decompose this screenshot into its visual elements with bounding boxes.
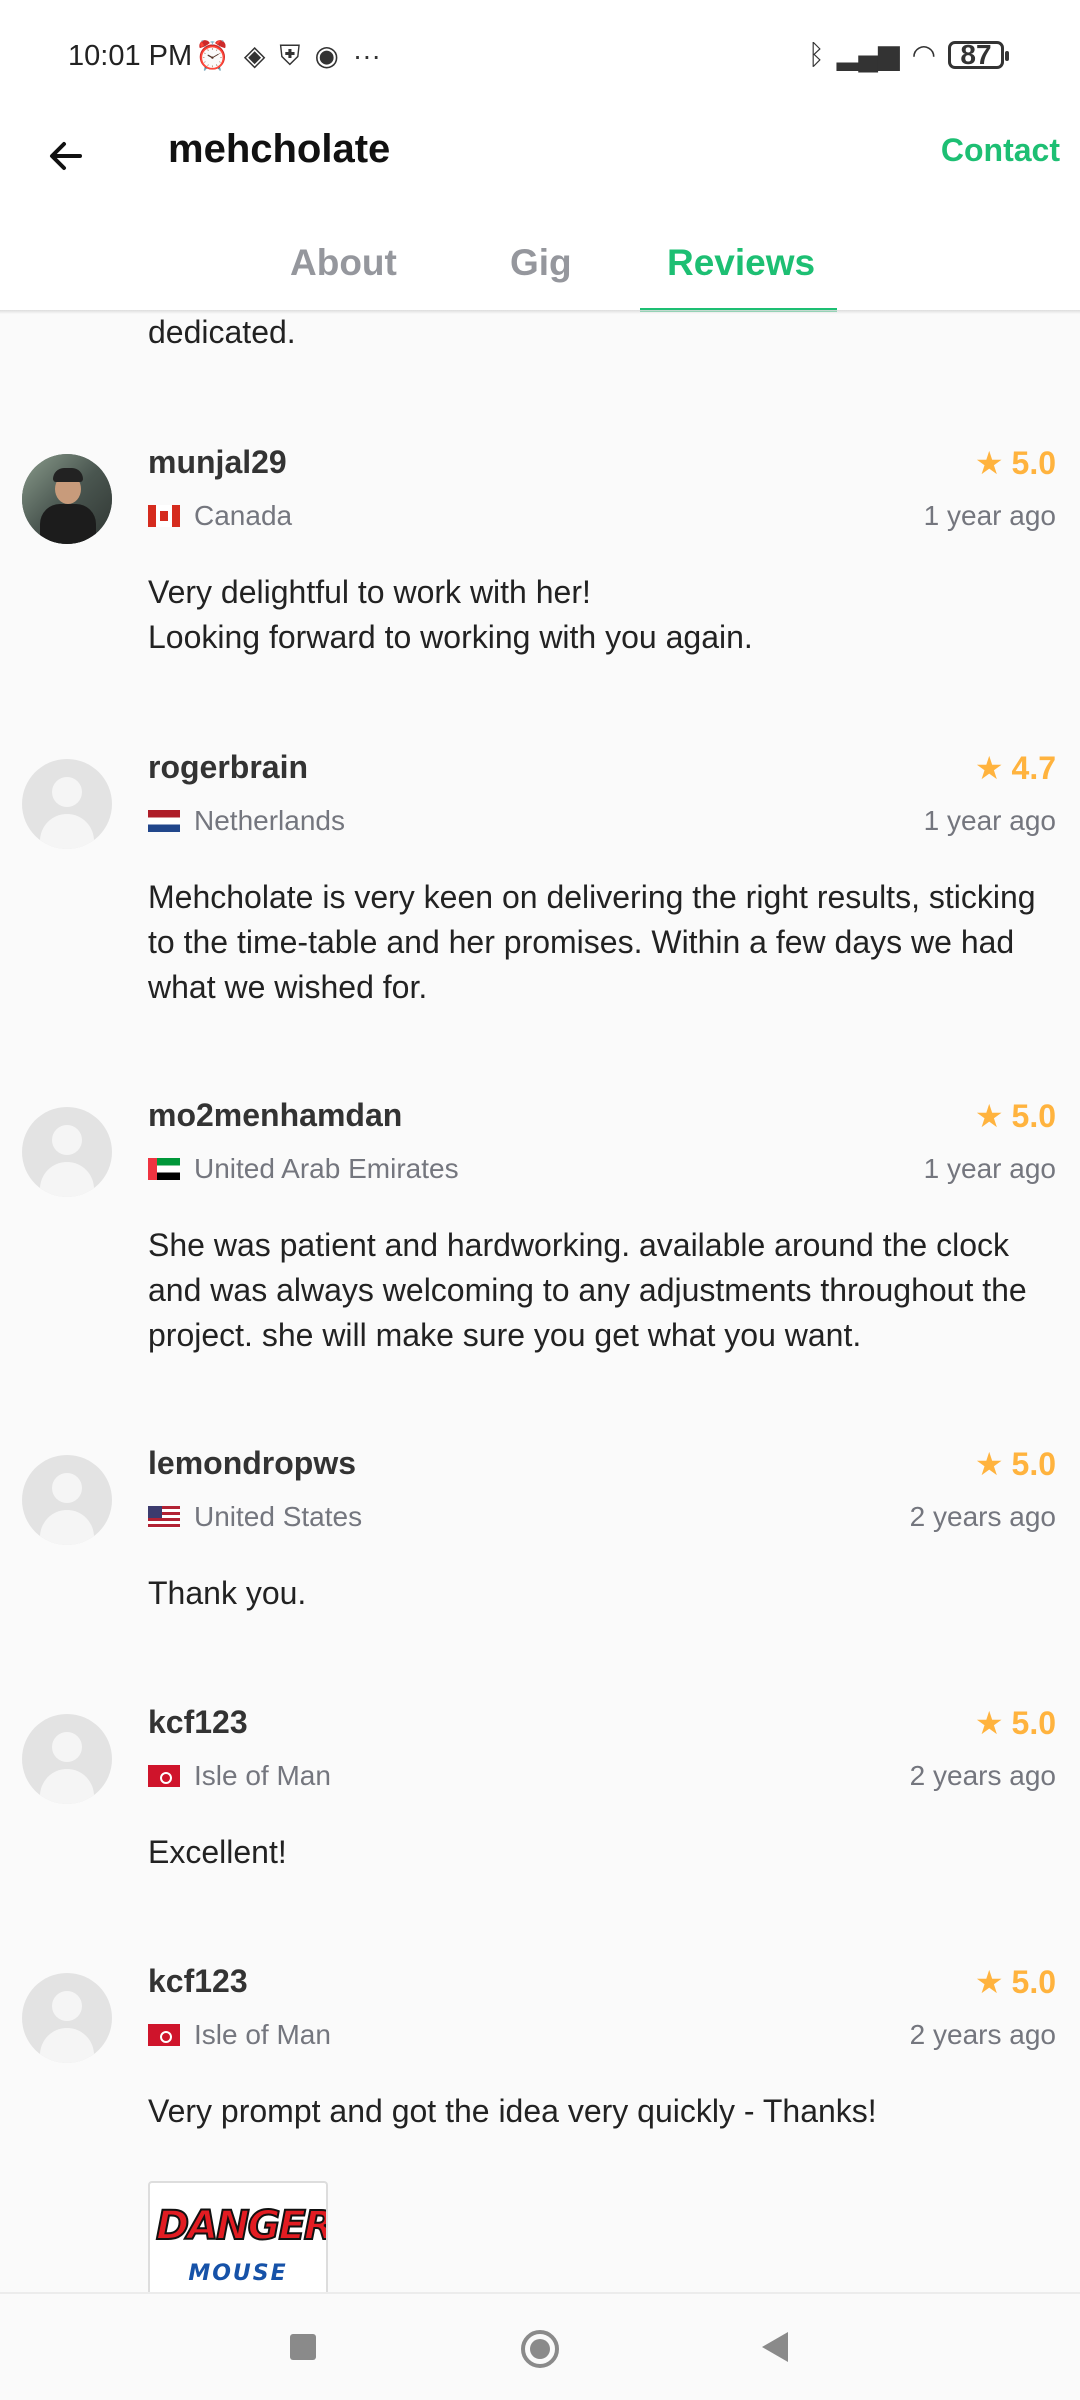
contact-button[interactable]: Contact bbox=[941, 132, 1060, 169]
tab-bar: About Gig Reviews bbox=[0, 232, 1080, 312]
page-title: mehcholate bbox=[168, 127, 391, 171]
star-icon: ★ bbox=[974, 1705, 1004, 1741]
status-bar: 10:01 PM ⏰ ◈ ⛨ ◉ ··· ᛒ ▂▄▆ ◠ 87 bbox=[0, 0, 1080, 110]
review-text: Very delightful to work with her! Lookin… bbox=[148, 574, 753, 655]
reviewer-country: Canada bbox=[148, 500, 292, 532]
country-name: United States bbox=[194, 1501, 363, 1532]
rating: ★ 5.0 bbox=[975, 1963, 1056, 2001]
signal-icon: ▂▄▆ bbox=[836, 39, 900, 70]
shield-icon: ⛨ bbox=[279, 40, 301, 71]
rating-value: 5.0 bbox=[1011, 1097, 1056, 1134]
reviewer-country: United States bbox=[148, 1501, 362, 1533]
rating-value: 5.0 bbox=[1011, 1445, 1056, 1482]
review-time: 1 year ago bbox=[923, 1153, 1056, 1184]
reviewer-country: United Arab Emirates bbox=[148, 1153, 459, 1185]
avatar[interactable] bbox=[22, 1973, 112, 2063]
reviewer-username[interactable]: kcf123 bbox=[148, 1704, 248, 1741]
rating-value: 5.0 bbox=[1011, 1963, 1056, 2000]
us-flag-icon bbox=[148, 1506, 180, 1528]
avatar[interactable] bbox=[22, 759, 112, 849]
game-controller-icon: ◈ bbox=[243, 40, 266, 71]
reviewer-country: Isle of Man bbox=[148, 1760, 331, 1792]
review-text: Mehcholate is very keen on delivering th… bbox=[148, 879, 1036, 1005]
review-time: 2 years ago bbox=[909, 1501, 1056, 1532]
review-attachment-thumbnail[interactable]: DANGER MOUSE bbox=[148, 2181, 328, 2292]
rating: ★ 5.0 bbox=[975, 444, 1056, 482]
reviewer-username[interactable]: mo2menhamdan bbox=[148, 1097, 402, 1134]
danger-mouse-logo-subtitle: MOUSE bbox=[188, 2261, 288, 2286]
review-text-partial: dedicated. bbox=[148, 314, 296, 350]
app-bar: mehcholate Contact About Gig Reviews bbox=[0, 110, 1080, 312]
review-time: 1 year ago bbox=[923, 500, 1056, 531]
avatar[interactable] bbox=[22, 1107, 112, 1197]
status-icons-right: ᛒ ▂▄▆ ◠ 87 bbox=[807, 38, 1009, 71]
rating: ★ 5.0 bbox=[975, 1704, 1056, 1742]
status-icons-left: ⏰ ◈ ⛨ ◉ ··· bbox=[195, 38, 381, 74]
tab-gig[interactable]: Gig bbox=[510, 242, 572, 284]
more-icon: ··· bbox=[352, 40, 381, 71]
rating-value: 4.7 bbox=[1011, 749, 1056, 786]
isle-of-man-flag-icon bbox=[148, 2024, 180, 2046]
rating: ★ 5.0 bbox=[975, 1097, 1056, 1135]
star-icon: ★ bbox=[974, 1098, 1004, 1134]
home-icon[interactable] bbox=[521, 2330, 559, 2368]
star-icon: ★ bbox=[974, 750, 1004, 786]
review-text: Excellent! bbox=[148, 1834, 287, 1870]
country-name: Isle of Man bbox=[194, 2019, 331, 2050]
review-text: She was patient and hardworking. availab… bbox=[148, 1227, 1027, 1353]
star-icon: ★ bbox=[974, 1964, 1004, 2000]
netherlands-flag-icon bbox=[148, 810, 180, 832]
back-arrow-icon[interactable] bbox=[38, 128, 94, 184]
media-icon: ◉ bbox=[314, 40, 339, 71]
tab-about[interactable]: About bbox=[290, 242, 397, 284]
danger-mouse-logo: DANGER bbox=[155, 2202, 328, 2250]
review-text: Thank you. bbox=[148, 1575, 307, 1611]
reviewer-username[interactable]: lemondropws bbox=[148, 1445, 356, 1482]
back-triangle-icon[interactable] bbox=[762, 2332, 788, 2362]
review-time: 1 year ago bbox=[923, 805, 1056, 836]
battery-icon: 87 bbox=[948, 39, 1009, 70]
star-icon: ★ bbox=[974, 445, 1004, 481]
tab-reviews[interactable]: Reviews bbox=[667, 242, 815, 284]
rating-value: 5.0 bbox=[1011, 1704, 1056, 1741]
country-name: Netherlands bbox=[194, 805, 345, 836]
uae-flag-icon bbox=[148, 1158, 180, 1180]
rating: ★ 4.7 bbox=[975, 749, 1056, 787]
country-name: United Arab Emirates bbox=[194, 1153, 459, 1184]
reviewer-username[interactable]: munjal29 bbox=[148, 444, 287, 481]
star-icon: ★ bbox=[974, 1446, 1004, 1482]
reviewer-username[interactable]: rogerbrain bbox=[148, 749, 308, 786]
isle-of-man-flag-icon bbox=[148, 1765, 180, 1787]
bluetooth-icon: ᛒ bbox=[807, 38, 825, 70]
country-name: Isle of Man bbox=[194, 1760, 331, 1791]
reviewer-country: Netherlands bbox=[148, 805, 345, 837]
avatar[interactable] bbox=[22, 1714, 112, 1804]
avatar[interactable] bbox=[22, 454, 112, 544]
reviewer-country: Isle of Man bbox=[148, 2019, 331, 2051]
review-time: 2 years ago bbox=[909, 1760, 1056, 1791]
avatar[interactable] bbox=[22, 1455, 112, 1545]
rating-value: 5.0 bbox=[1011, 444, 1056, 481]
review-text: Very prompt and got the idea very quickl… bbox=[148, 2093, 877, 2129]
wifi-icon: ◠ bbox=[911, 39, 936, 70]
recents-icon[interactable] bbox=[290, 2334, 316, 2360]
status-time: 10:01 PM bbox=[68, 40, 193, 72]
review-time: 2 years ago bbox=[909, 2019, 1056, 2050]
reviewer-username[interactable]: kcf123 bbox=[148, 1963, 248, 2000]
reviews-list[interactable]: dedicated. munjal29 ★ 5.0 Canada 1 year … bbox=[0, 314, 1080, 2292]
alarm-icon: ⏰ bbox=[195, 40, 230, 71]
rating: ★ 5.0 bbox=[975, 1445, 1056, 1483]
canada-flag-icon bbox=[148, 505, 180, 527]
system-nav-bar bbox=[0, 2292, 1080, 2400]
back-arrow-svg bbox=[50, 142, 82, 170]
country-name: Canada bbox=[194, 500, 293, 531]
